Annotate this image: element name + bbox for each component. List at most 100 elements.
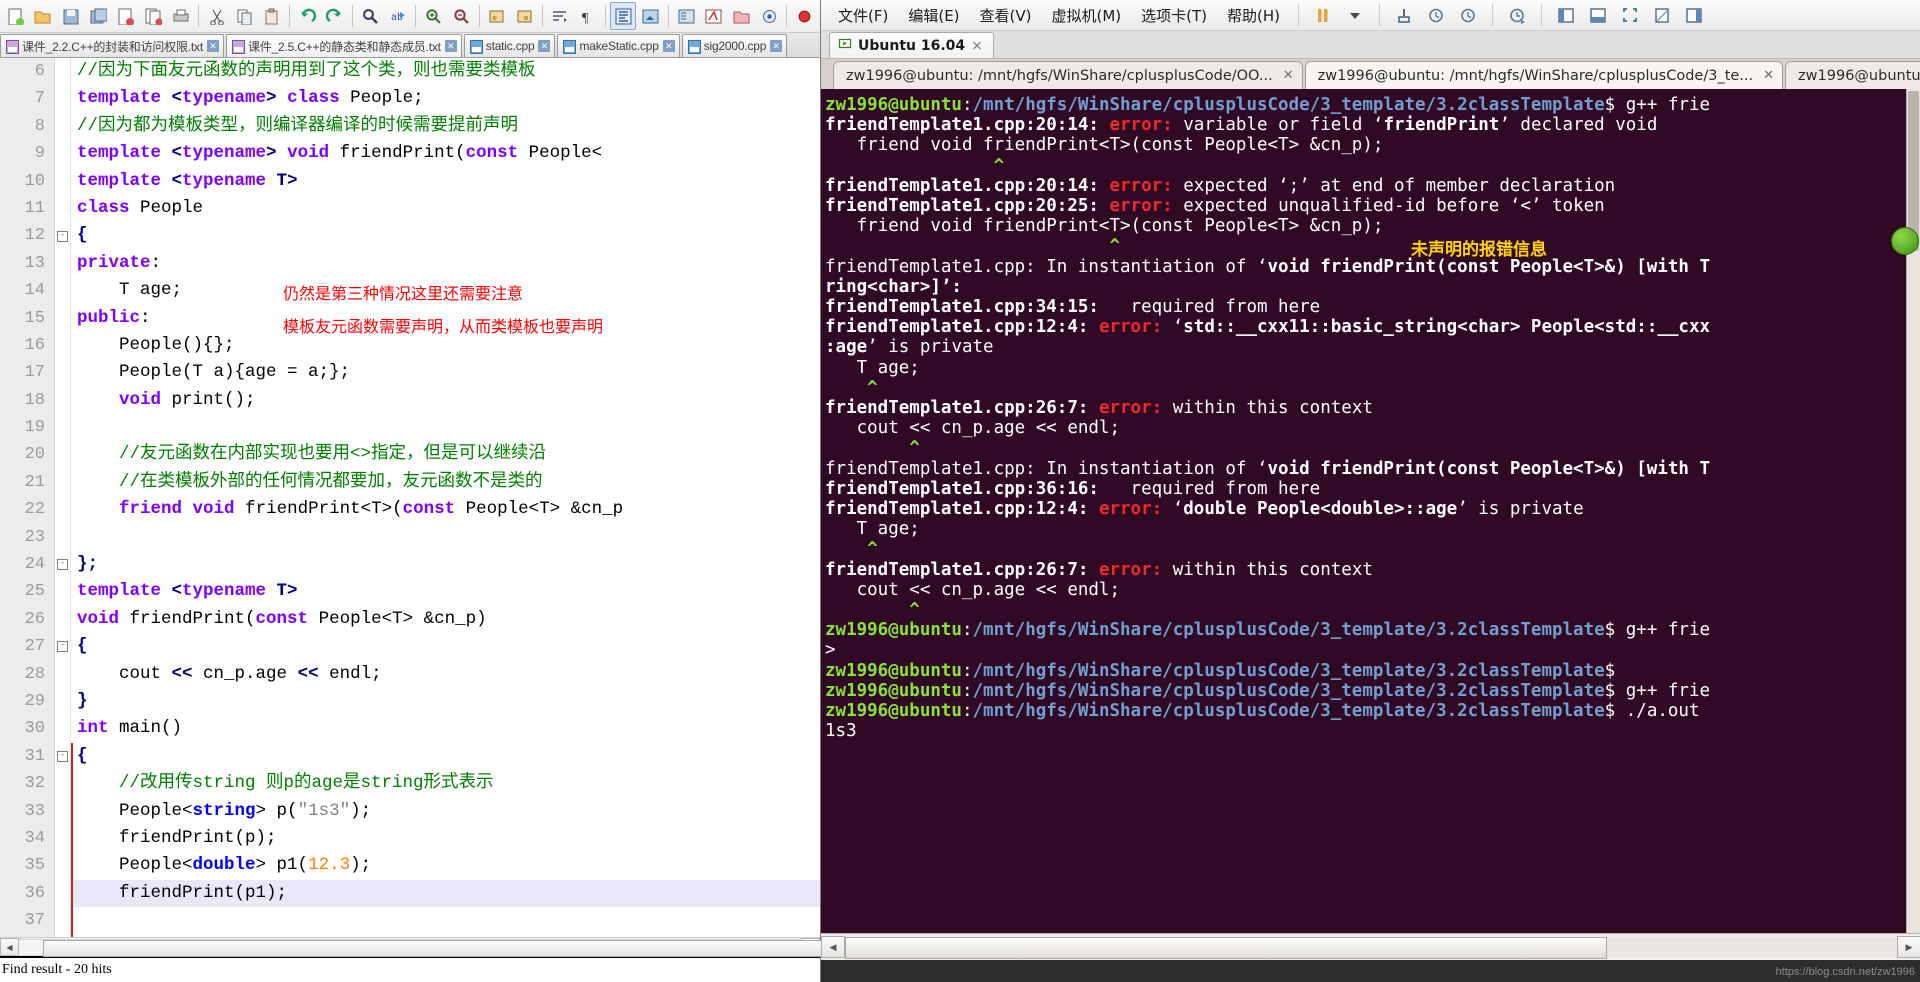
indent-guide-icon[interactable] — [609, 2, 637, 30]
fold-marker[interactable] — [55, 195, 70, 222]
suspend-icon[interactable] — [1308, 3, 1338, 27]
fold-marker[interactable] — [55, 606, 70, 633]
code-line[interactable]: return 0; — [71, 934, 820, 937]
notepad-tab-1[interactable]: 课件_2.5.C++的静态类和静态成员.txt ✕ — [225, 34, 462, 57]
notepad-tab-close-icon[interactable]: ✕ — [770, 40, 783, 52]
terminal-scrollbar[interactable] — [1906, 89, 1920, 933]
close-file-icon[interactable] — [112, 2, 139, 30]
monitoring-icon[interactable] — [756, 2, 783, 30]
code-line[interactable]: template <typename> class People; — [71, 85, 820, 112]
fold-marker[interactable] — [55, 113, 70, 140]
fold-marker[interactable] — [55, 414, 70, 441]
fold-marker[interactable] — [55, 688, 70, 715]
copy-icon[interactable] — [231, 2, 258, 30]
notepad-tab-close-icon[interactable]: ✕ — [206, 40, 219, 52]
fold-marker[interactable]: - — [55, 743, 70, 770]
notepad-tab-close-icon[interactable]: ✕ — [662, 40, 675, 52]
notepad-tab-3[interactable]: makeStatic.cpp ✕ — [557, 34, 680, 57]
word-wrap-icon[interactable] — [547, 2, 574, 30]
code-line[interactable]: People<string> p("1s3"); — [71, 797, 820, 825]
code-line[interactable]: private: — [71, 250, 820, 277]
code-line[interactable]: People<double> p1(12.3); — [71, 852, 820, 880]
fold-marker[interactable] — [55, 85, 70, 112]
editor-horizontal-scrollbar[interactable]: ◀ ▶ — [0, 937, 1055, 957]
close-all-icon[interactable] — [140, 2, 167, 30]
user-define-dialog-icon[interactable] — [637, 2, 664, 30]
vmware-menu-5[interactable]: 帮助(H) — [1218, 2, 1289, 29]
code-line[interactable]: //改用传string 则p的age是string形式表示 — [71, 770, 820, 798]
code-line[interactable] — [71, 524, 820, 551]
vmware-menu-bar[interactable]: 文件(F) 编辑(E) 查看(V) 虚拟机(M) 选项卡(T) 帮助(H) — [821, 0, 1920, 31]
code-line[interactable]: template <typename> void friendPrint(con… — [71, 140, 820, 167]
code-line[interactable]: friend void friendPrint<T>(const People<… — [71, 496, 820, 523]
sync-horizontal-icon[interactable] — [511, 2, 538, 30]
new-file-icon[interactable] — [2, 2, 29, 30]
code-line[interactable]: friendPrint(p1); — [71, 879, 820, 908]
fold-marker[interactable] — [55, 58, 70, 85]
fold-marker[interactable] — [55, 387, 70, 414]
vmware-menu-4[interactable]: 选项卡(T) — [1132, 2, 1216, 29]
code-editor-area[interactable]: //因为下面友元函数的声明用到了这个类，则也需要类模板 template <typ… — [71, 58, 820, 937]
code-line[interactable]: void friendPrint(const People<T> &cn_p) — [71, 606, 820, 633]
code-line[interactable]: int main() — [71, 715, 820, 742]
fold-marker[interactable] — [55, 441, 70, 468]
terminal-tab-1[interactable]: zw1996@ubuntu: /mnt/hgfs/WinShare/cplusp… — [1304, 61, 1784, 89]
snapshot-take-icon[interactable] — [1453, 3, 1483, 27]
show-thumbnails-icon[interactable] — [1583, 3, 1613, 27]
fold-marker[interactable] — [55, 140, 70, 167]
vm-tab-ubuntu[interactable]: Ubuntu 16.04 × — [829, 32, 994, 58]
terminal-output[interactable]: zw1996@ubuntu:/mnt/hgfs/WinShare/cpluspl… — [821, 89, 1920, 933]
fold-marker[interactable]: - — [55, 222, 70, 249]
code-line[interactable]: void print(); — [71, 387, 820, 414]
code-folding-column[interactable]: - - - - — [55, 58, 71, 937]
terminal-tab-close-icon[interactable]: ✕ — [1763, 68, 1774, 83]
notepad-tab-close-icon[interactable]: ✕ — [538, 40, 551, 52]
dropdown-caret-icon[interactable] — [1340, 3, 1370, 27]
notepad-tab-close-icon[interactable]: ✕ — [444, 40, 457, 52]
open-file-icon[interactable] — [30, 2, 57, 30]
terminal-tab-bar[interactable]: zw1996@ubuntu: /mnt/hgfs/WinShare/cplusp… — [821, 59, 1920, 89]
cut-icon[interactable] — [203, 2, 230, 30]
fold-marker[interactable] — [55, 332, 70, 359]
fold-marker[interactable] — [55, 496, 70, 523]
vm-hscroll-track[interactable] — [845, 937, 1897, 959]
notepad-tab-0[interactable]: 课件_2.2.C++的封装和访问权限.txt ✕ — [0, 34, 224, 57]
vm-tab-close-icon[interactable]: × — [971, 38, 983, 54]
code-line[interactable]: } — [71, 688, 820, 715]
code-line[interactable]: //友元函数在内部实现也要用<>指定，但是可以继续沿 — [71, 441, 820, 468]
fold-marker[interactable] — [55, 277, 70, 304]
code-line[interactable]: { — [71, 742, 820, 771]
notepad-tab-2[interactable]: static.cpp ✕ — [463, 34, 556, 57]
fold-marker[interactable] — [55, 168, 70, 195]
sync-vertical-icon[interactable] — [484, 2, 511, 30]
fold-marker[interactable] — [55, 469, 70, 496]
fullscreen-icon[interactable] — [1615, 3, 1645, 27]
zoom-in-icon[interactable] — [420, 2, 447, 30]
console-view-icon[interactable] — [1679, 3, 1709, 27]
document-map-icon[interactable] — [673, 2, 700, 30]
fold-marker[interactable]: - — [55, 551, 70, 578]
fold-marker[interactable] — [55, 250, 70, 277]
vm-hscroll-thumb[interactable] — [845, 937, 1607, 959]
paste-icon[interactable] — [258, 2, 285, 30]
code-line[interactable]: //因为下面友元函数的声明用到了这个类，则也需要类模板 — [71, 58, 820, 85]
fold-marker[interactable] — [55, 770, 70, 797]
find-icon[interactable] — [357, 2, 384, 30]
vmware-menu-1[interactable]: 编辑(E) — [899, 2, 968, 29]
print-icon[interactable] — [168, 2, 195, 30]
notepad-tab-bar[interactable]: 课件_2.2.C++的封装和访问权限.txt ✕ 课件_2.5.C++的静态类和静态… — [0, 33, 820, 58]
fold-marker[interactable] — [55, 907, 70, 934]
zoom-out-icon[interactable] — [448, 2, 475, 30]
fold-marker[interactable] — [55, 798, 70, 825]
vmware-menu-0[interactable]: 文件(F) — [829, 2, 897, 29]
fold-marker[interactable] — [55, 305, 70, 332]
fold-marker[interactable] — [55, 852, 70, 879]
code-line[interactable]: //因为都为模板类型，则编译器编译的时候需要提前声明 — [71, 113, 820, 140]
code-line[interactable]: friendPrint(p); — [71, 824, 820, 853]
fold-marker[interactable] — [55, 825, 70, 852]
snapshot-manager-icon[interactable] — [1502, 3, 1532, 27]
terminal-tab-0[interactable]: zw1996@ubuntu: /mnt/hgfs/WinShare/cplusp… — [833, 61, 1303, 89]
show-all-chars-icon[interactable]: ¶ — [574, 2, 601, 30]
redo-icon[interactable] — [322, 2, 349, 30]
code-line[interactable]: People(T a){age = a;}; — [71, 359, 820, 386]
